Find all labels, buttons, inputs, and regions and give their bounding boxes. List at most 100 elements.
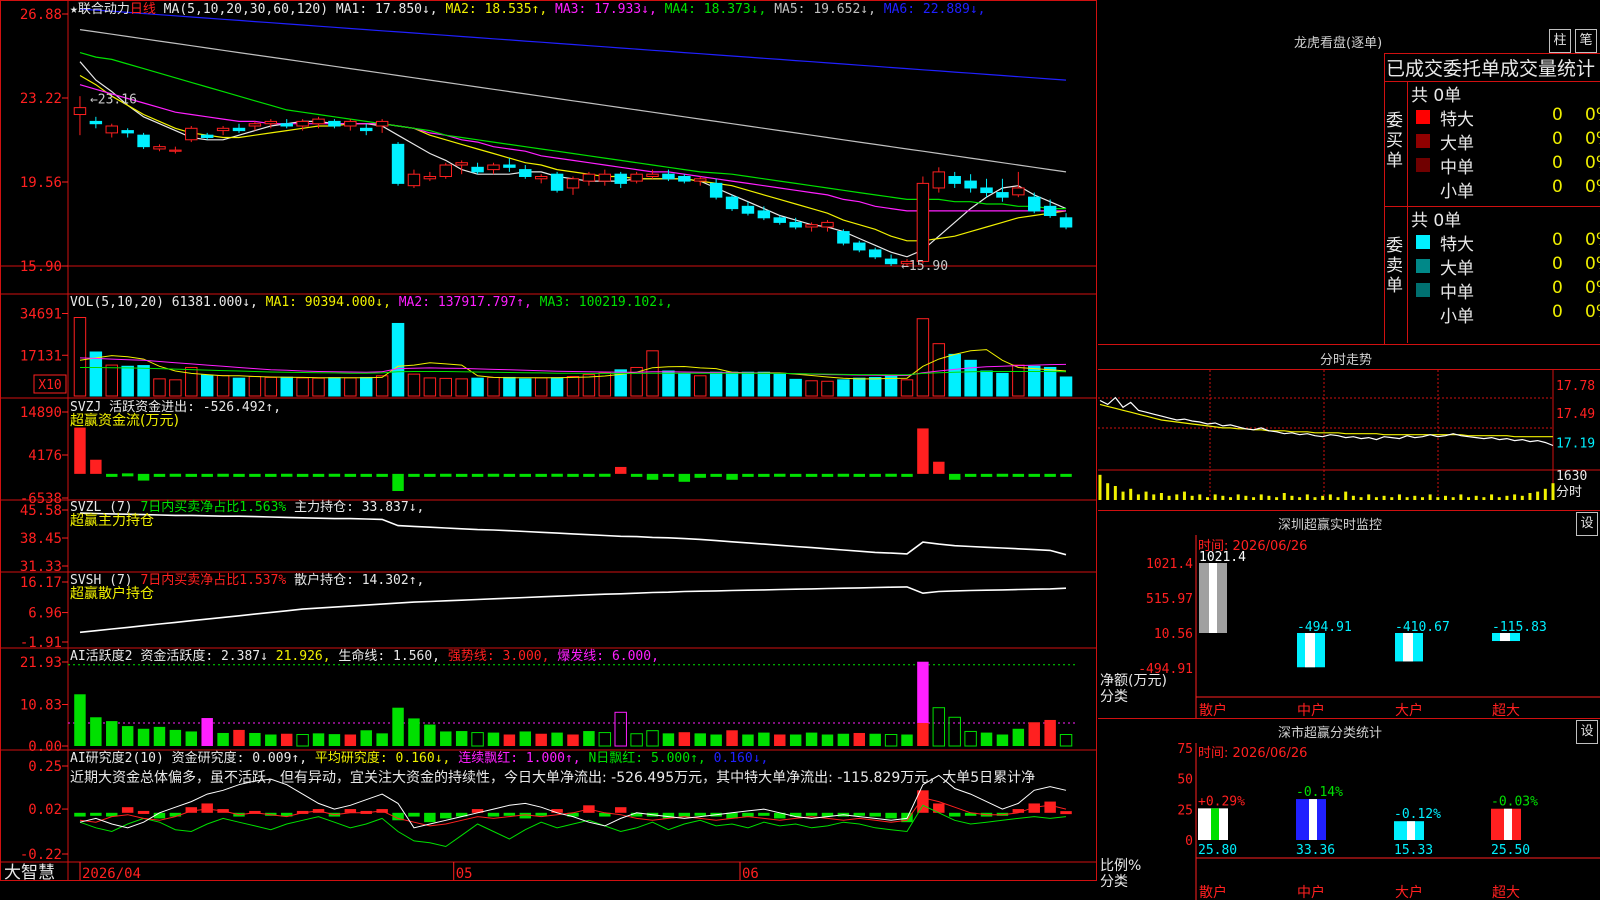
activity-bar[interactable]	[535, 733, 547, 746]
volume-bar[interactable]	[105, 364, 118, 397]
activity-bar[interactable]	[805, 732, 818, 746]
candle[interactable]	[773, 217, 786, 223]
activity-bar[interactable]	[169, 729, 182, 746]
volume-bar[interactable]	[519, 378, 532, 397]
activity-bar[interactable]	[217, 732, 229, 746]
candle[interactable]	[185, 127, 198, 141]
candle[interactable]	[1012, 187, 1025, 196]
volume-bar[interactable]	[185, 366, 198, 397]
candle[interactable]	[662, 173, 675, 180]
candle[interactable]	[105, 125, 118, 134]
volume-bar[interactable]	[216, 375, 230, 397]
candle[interactable]	[264, 120, 278, 125]
svzj-bar[interactable]	[440, 473, 452, 477]
candle[interactable]	[789, 221, 802, 228]
svzj-bar[interactable]	[933, 461, 945, 474]
activity-bar[interactable]	[424, 724, 436, 746]
activity-bar[interactable]	[106, 721, 118, 746]
volume-bar[interactable]	[1028, 365, 1041, 397]
svzj-bar[interactable]	[1028, 473, 1040, 477]
candle[interactable]	[375, 120, 389, 127]
candle[interactable]	[121, 130, 134, 134]
svzj-bar[interactable]	[153, 473, 166, 477]
activity-bar[interactable]	[917, 661, 929, 724]
volume-bar[interactable]	[980, 370, 993, 397]
volume-bar[interactable]	[137, 365, 150, 397]
volume-bar[interactable]	[694, 375, 707, 397]
candle[interactable]	[439, 164, 452, 177]
svzj-bar[interactable]	[742, 473, 754, 477]
svzj-bar[interactable]	[583, 473, 595, 477]
candle[interactable]	[757, 210, 771, 219]
activity-bar[interactable]	[249, 732, 261, 746]
research-bar[interactable]	[503, 812, 516, 816]
activity-bar[interactable]	[630, 733, 643, 747]
research-bar[interactable]	[344, 809, 357, 813]
volume-bar[interactable]	[853, 377, 866, 397]
activity-bar[interactable]	[948, 716, 961, 747]
activity-bar[interactable]	[964, 730, 977, 747]
svzj-bar[interactable]	[106, 473, 118, 477]
svzj-bar[interactable]	[821, 473, 834, 477]
candle[interactable]	[614, 173, 627, 184]
candle[interactable]	[391, 143, 405, 184]
svzj-bar[interactable]	[1060, 473, 1072, 477]
research-bar[interactable]	[758, 812, 770, 816]
volume-bar[interactable]	[773, 372, 786, 397]
activity-bar[interactable]	[233, 729, 245, 746]
ai-research-panel[interactable]: 0.25 0.02 -0.22 AI研究度2(10) 资金研究度: 0.009↑, 平…	[20, 750, 1072, 863]
activity-bar[interactable]	[917, 723, 929, 746]
volume-bar[interactable]	[503, 376, 516, 397]
candle[interactable]	[932, 171, 946, 189]
candle[interactable]	[996, 192, 1009, 198]
svzj-bar[interactable]	[74, 427, 86, 474]
research-bar[interactable]	[90, 812, 102, 816]
volume-bar[interactable]	[757, 371, 771, 397]
candle[interactable]	[1059, 217, 1073, 228]
research-bar[interactable]	[440, 812, 452, 819]
classify-settings-button[interactable]: 设	[1576, 720, 1598, 744]
volume-bar[interactable]	[169, 379, 182, 397]
candle[interactable]	[169, 149, 182, 152]
candle[interactable]	[821, 221, 834, 228]
svzj-bar[interactable]	[964, 473, 977, 477]
candle[interactable]	[884, 258, 898, 265]
svzj-bar[interactable]	[328, 473, 341, 477]
activity-bar[interactable]	[265, 734, 277, 746]
volume-bar[interactable]	[344, 377, 357, 397]
volume-bar[interactable]	[455, 378, 468, 397]
svzj-bar[interactable]	[344, 473, 357, 477]
activity-bar[interactable]	[551, 732, 563, 746]
candle[interactable]	[916, 182, 930, 262]
volume-bar[interactable]	[1012, 364, 1025, 397]
ai-activity-panel[interactable]: 21.93 10.83 0.00 AI活跃度2 资金活跃度: 2.387↓ 21.92…	[20, 648, 1076, 755]
candle[interactable]	[487, 164, 500, 171]
candle[interactable]	[280, 123, 293, 127]
bar-mode-button[interactable]: 柱	[1549, 29, 1571, 53]
volume-bar[interactable]	[73, 317, 87, 397]
research-bar[interactable]	[201, 803, 213, 813]
activity-bar[interactable]	[614, 711, 627, 747]
volume-bar[interactable]	[996, 372, 1009, 397]
activity-bar[interactable]	[121, 726, 134, 746]
svzj-bar[interactable]	[917, 428, 929, 474]
svzj-bar[interactable]	[710, 473, 722, 477]
candle[interactable]	[694, 178, 707, 182]
activity-bar[interactable]	[519, 731, 532, 746]
research-bar[interactable]	[805, 812, 818, 816]
svzj-bar[interactable]	[789, 473, 802, 477]
candle[interactable]	[296, 120, 309, 127]
main-chart-area[interactable]: 26.88 23.22 19.56 15.90 ←23.16 ←15.90 ★联合动力日线 …	[0, 0, 1098, 900]
svzj-bar[interactable]	[996, 473, 1009, 477]
candle[interactable]	[646, 173, 659, 177]
candle[interactable]	[980, 187, 993, 194]
realtime-settings-button[interactable]: 设	[1576, 512, 1598, 536]
svzj-bar[interactable]	[121, 473, 134, 477]
activity-bar[interactable]	[376, 733, 388, 746]
activity-bar[interactable]	[1059, 734, 1073, 747]
activity-bar[interactable]	[440, 731, 452, 746]
activity-bar[interactable]	[583, 731, 595, 746]
candle[interactable]	[868, 249, 882, 258]
volume-bar[interactable]	[821, 380, 834, 397]
volume-bar[interactable]	[471, 377, 484, 397]
